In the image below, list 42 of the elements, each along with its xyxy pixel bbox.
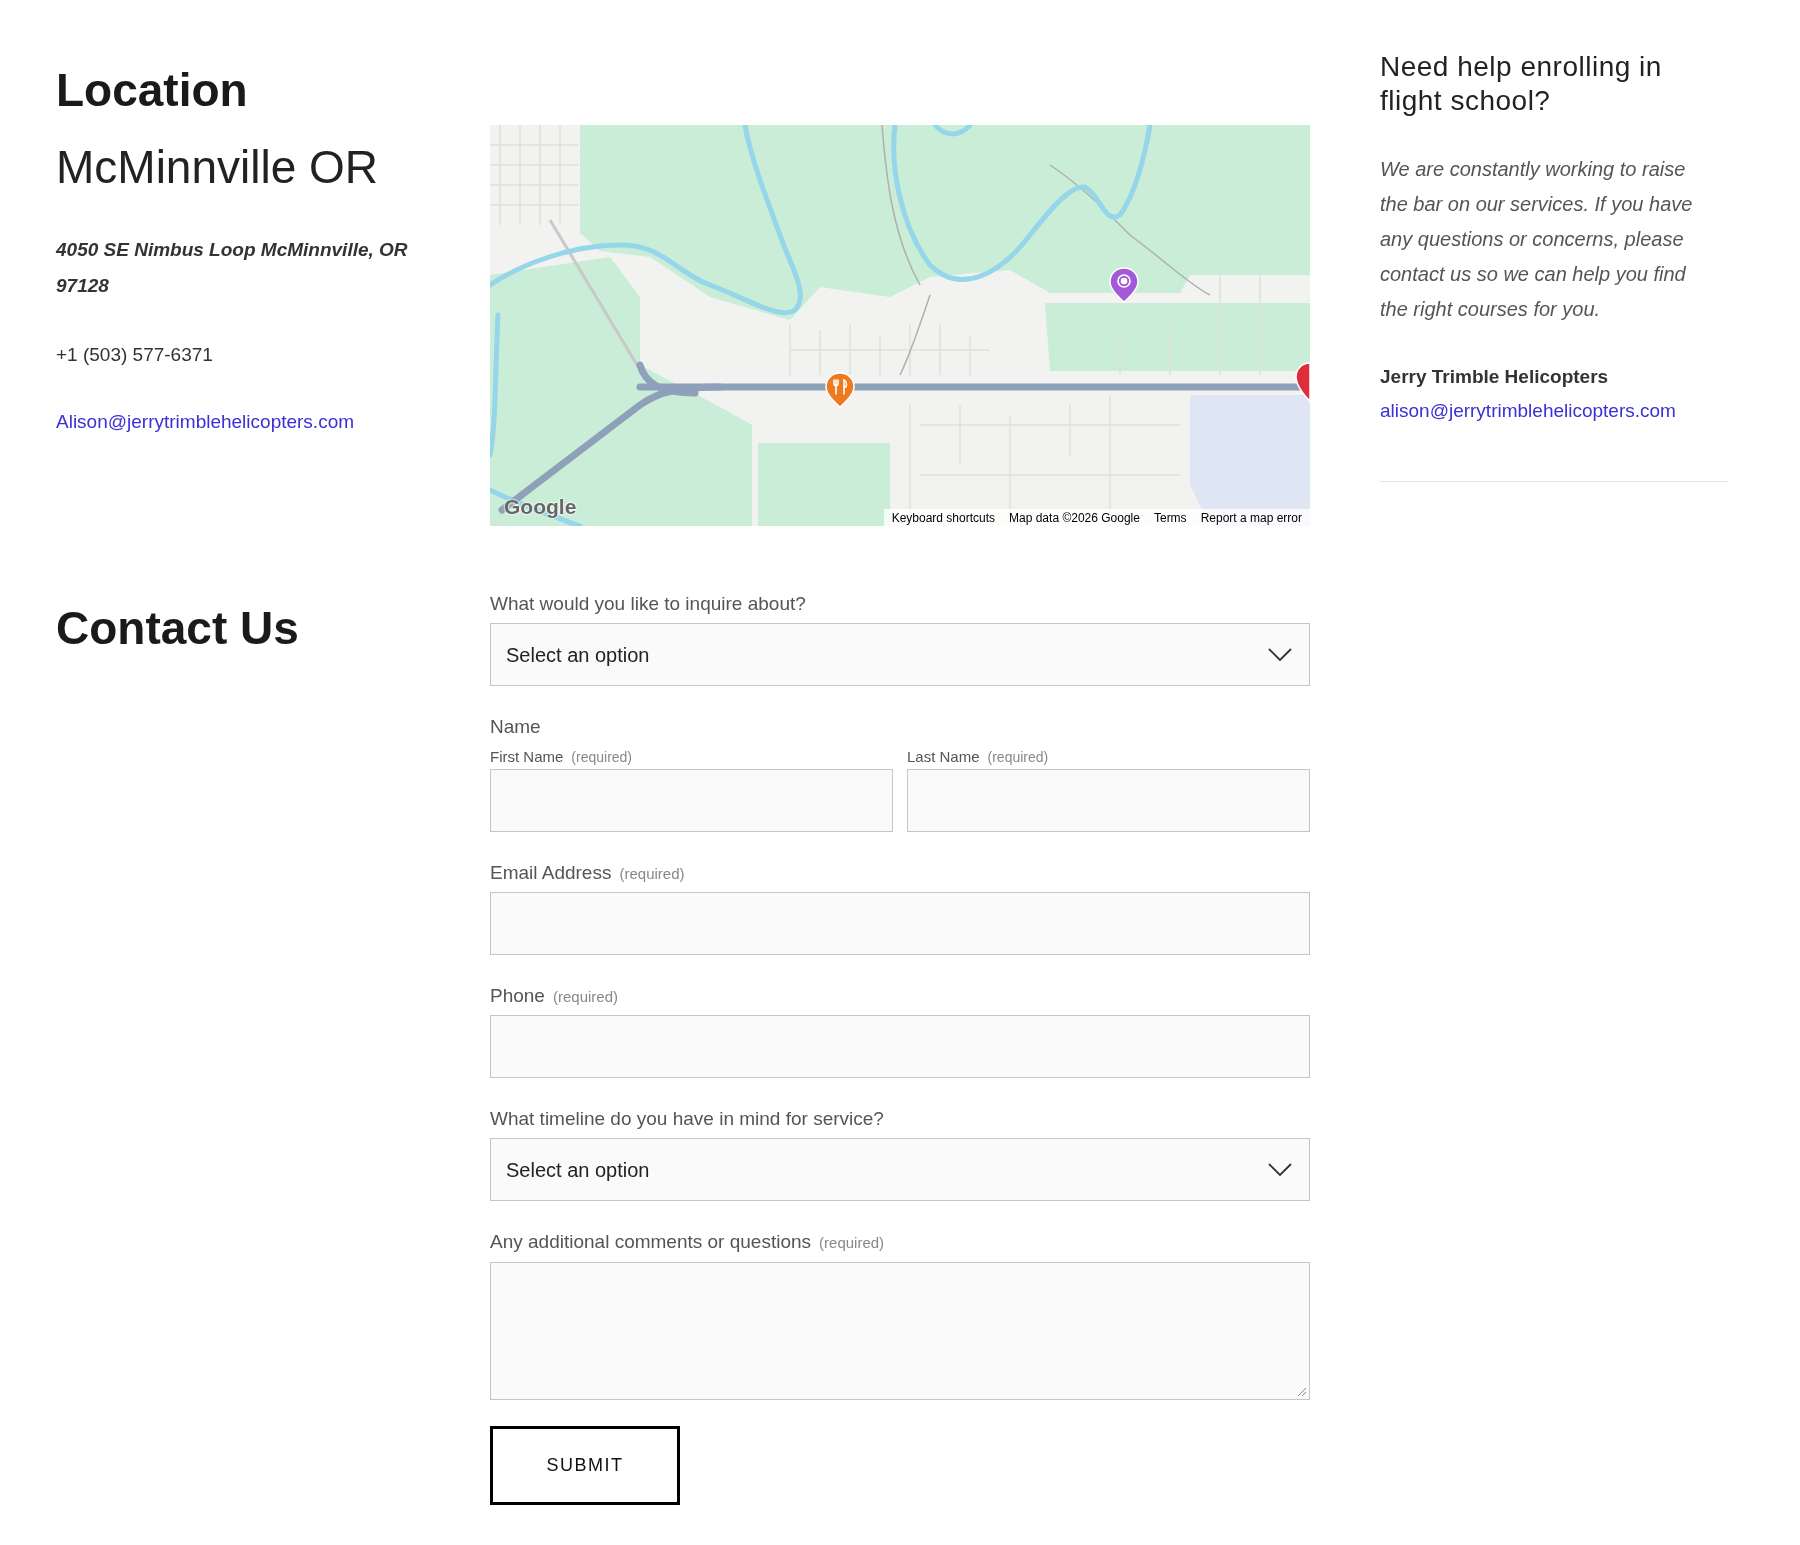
field-label: Phone xyxy=(490,984,545,1008)
section-heading: Location xyxy=(56,63,248,118)
email-link[interactable]: Alison@jerrytrimblehelicopters.com xyxy=(56,408,355,436)
map-footer-link[interactable]: Terms xyxy=(1153,509,1187,526)
map-pin-icon[interactable] xyxy=(1295,362,1310,402)
required-note: (required) xyxy=(819,1233,885,1253)
map-pin-icon[interactable] xyxy=(1109,267,1139,303)
field-label: Any additional comments or questions xyxy=(490,1230,812,1254)
sidebar-heading: Need help enrolling in flight school? xyxy=(1380,50,1663,118)
field-label: Email Address xyxy=(490,861,612,885)
required-note: (required) xyxy=(571,748,633,767)
required-note: (required) xyxy=(619,864,685,884)
section-heading: Contact Us xyxy=(56,601,299,656)
sidebar-paragraph: We are constantly working to raise the bar on our services. If you have any questions or concerns, please contact us so we can help you find the right courses for you. xyxy=(1380,157,1694,322)
street-address: 4050 SE Nimbus Loop McMinnville, OR 97128 xyxy=(56,238,409,298)
text-field[interactable] xyxy=(490,769,893,832)
city-name: McMinnville OR xyxy=(56,140,379,195)
text-field[interactable] xyxy=(490,892,1310,955)
text-field[interactable] xyxy=(907,769,1310,832)
chevron-down-icon xyxy=(1268,1163,1292,1176)
email-link[interactable]: alison@jerrytrimblehelicopters.com xyxy=(1380,397,1676,425)
required-note: (required) xyxy=(987,748,1049,767)
select-field[interactable]: Select an option xyxy=(490,1138,1310,1201)
field-label: What timeline do you have in mind for service? xyxy=(490,1107,884,1131)
comments-field[interactable] xyxy=(490,1262,1310,1400)
required-note: (required) xyxy=(552,987,618,1007)
resize-handle-icon[interactable] xyxy=(1297,1387,1307,1397)
phone-number: +1 (503) 577-6371 xyxy=(56,343,213,367)
field-label: First Name xyxy=(490,747,564,767)
field-group-label: Name xyxy=(490,715,541,739)
company-name: Jerry Trimble Helicopters xyxy=(1380,365,1609,389)
map-footer-link[interactable]: Report a map error xyxy=(1200,509,1302,526)
field-label: Last Name xyxy=(907,747,980,767)
map-footer-link[interactable]: Map data ©2026 Google xyxy=(1009,509,1140,526)
field-label: What would you like to inquire about? xyxy=(490,592,806,616)
map-footer-link[interactable]: Keyboard shortcuts xyxy=(891,509,995,526)
fork-knife-pin-icon[interactable] xyxy=(825,372,855,408)
select-field[interactable]: Select an option xyxy=(490,623,1310,686)
google-logo: Google xyxy=(504,495,577,519)
submit-button[interactable]: SUBMIT xyxy=(490,1426,680,1505)
chevron-down-icon xyxy=(1268,648,1292,661)
text-field[interactable] xyxy=(490,1015,1310,1078)
